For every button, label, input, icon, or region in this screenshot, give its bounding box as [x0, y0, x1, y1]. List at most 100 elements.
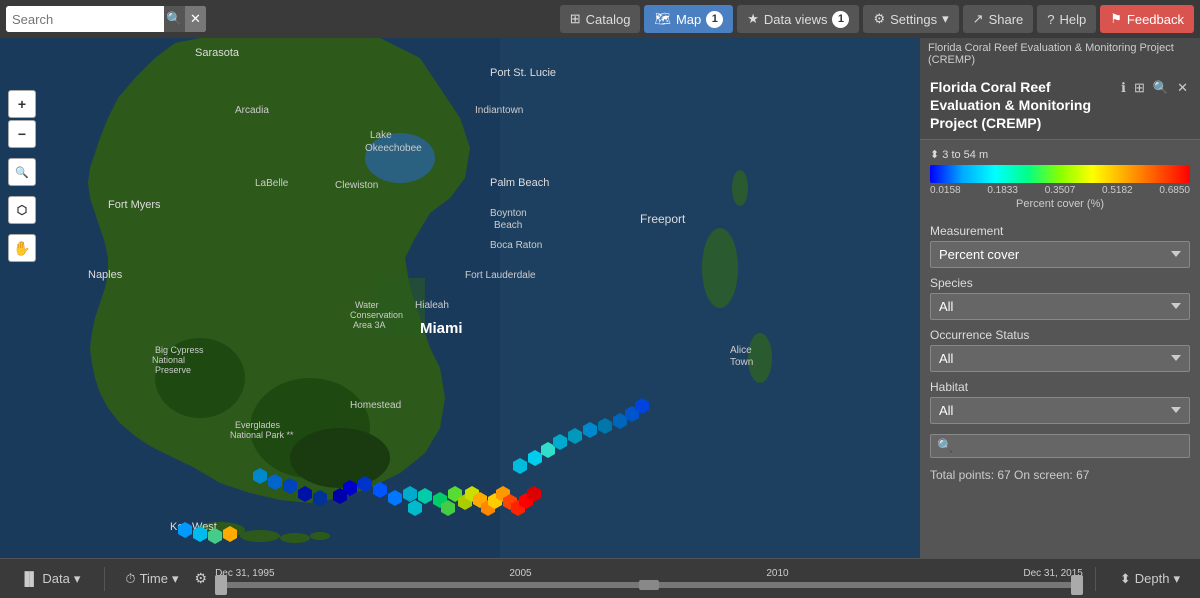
svg-text:Port St. Lucie: Port St. Lucie: [490, 67, 556, 79]
svg-text:Naples: Naples: [88, 269, 123, 281]
svg-text:Hialeah: Hialeah: [415, 300, 449, 311]
dataviews-label: Data views: [764, 12, 828, 27]
flag-icon: ⚑: [1110, 11, 1122, 27]
colorbar-val-2: 0.3507: [1045, 185, 1076, 196]
svg-text:Everglades: Everglades: [235, 420, 281, 430]
bottom-divider-2: [1095, 567, 1096, 591]
zoom-out-button[interactable]: −: [8, 120, 36, 148]
depth-button[interactable]: ⬍ Depth ▾: [1112, 567, 1188, 591]
depth-label: Depth: [1135, 571, 1170, 586]
data-button[interactable]: ▐▌ Data ▾: [12, 567, 88, 591]
panel-layers-button[interactable]: ⊞: [1132, 78, 1147, 98]
map-button[interactable]: 🗺 Map 1: [644, 5, 733, 33]
colorbar-labels: 0.0158 0.1833 0.3507 0.5182 0.6850: [930, 185, 1190, 196]
bar-chart-icon: ▐▌: [20, 571, 38, 586]
time-chevron: ▾: [172, 571, 179, 587]
habitat-label: Habitat: [930, 380, 1190, 394]
species-field-group: Species All: [920, 270, 1200, 322]
svg-text:Alice: Alice: [730, 345, 752, 356]
time-label: Time: [140, 571, 168, 586]
panel-small-header: Florida Coral Reef Evaluation & Monitori…: [920, 38, 1200, 70]
draw-tool-button[interactable]: ⬡: [8, 196, 36, 224]
species-label: Species: [930, 276, 1190, 290]
feedback-button[interactable]: ⚑ Feedback: [1100, 5, 1194, 33]
panel-info-button[interactable]: ℹ: [1119, 78, 1128, 98]
timeline-left-handle[interactable]: [215, 575, 227, 595]
svg-text:Clewiston: Clewiston: [335, 180, 378, 191]
measurement-select[interactable]: Percent cover: [930, 241, 1190, 268]
svg-text:Town: Town: [730, 357, 753, 368]
share-button[interactable]: ↗ Share: [963, 5, 1034, 33]
clock-icon: ⏱: [125, 571, 135, 587]
svg-text:Fort Lauderdale: Fort Lauderdale: [465, 270, 536, 281]
colorbar: [930, 165, 1190, 183]
timeline-settings-icon[interactable]: ⚙: [195, 570, 208, 587]
search-button[interactable]: 🔍: [164, 6, 185, 32]
map-label: Map: [676, 12, 701, 27]
zoom-in-button[interactable]: +: [8, 90, 36, 118]
svg-text:Miami: Miami: [420, 320, 463, 337]
map-badge: 1: [706, 11, 723, 28]
settings-button[interactable]: ⚙ Settings ▾: [863, 5, 958, 33]
panel-title-icons: ℹ ⊞ 🔍 ✕: [1119, 78, 1190, 98]
bottom-bar: ▐▌ Data ▾ ⏱ Time ▾ ⚙ Dec 31, 1995 2005 2…: [0, 558, 1200, 598]
colorbar-val-3: 0.5182: [1102, 185, 1133, 196]
time-button[interactable]: ⏱ Time ▾: [117, 567, 186, 591]
svg-text:Okeechobee: Okeechobee: [365, 143, 422, 154]
habitat-select[interactable]: All: [930, 397, 1190, 424]
catalog-label: Catalog: [586, 12, 631, 27]
panel-title-area: Florida Coral Reef Evaluation & Monitori…: [920, 70, 1200, 140]
panel-zoom-button[interactable]: 🔍: [1151, 78, 1171, 98]
zoom-extent-button[interactable]: 🔍: [8, 158, 36, 186]
colorbar-val-1: 0.1833: [987, 185, 1018, 196]
share-label: Share: [989, 12, 1024, 27]
species-select[interactable]: All: [930, 293, 1190, 320]
help-button[interactable]: ? Help: [1037, 5, 1096, 33]
panel-close-button[interactable]: ✕: [1175, 78, 1190, 98]
right-panel: ◀ Florida Coral Reef Evaluation & Monito…: [920, 38, 1200, 558]
svg-text:Beach: Beach: [494, 220, 522, 231]
pan-tool-button[interactable]: ✋: [8, 234, 36, 262]
depth-icon: ⬍: [1120, 571, 1131, 587]
settings-label: Settings: [890, 12, 937, 27]
svg-text:Lake: Lake: [370, 130, 392, 141]
dataviews-badge: 1: [832, 11, 849, 28]
svg-text:Big Cypress: Big Cypress: [155, 345, 204, 355]
date-mid: 2005: [509, 568, 531, 579]
map-container[interactable]: Sarasota Arcadia Port St. Lucie Indianto…: [0, 38, 920, 558]
occurrence-label: Occurrence Status: [930, 328, 1190, 342]
feedback-label: Feedback: [1127, 12, 1184, 27]
measurement-field-group: Measurement Percent cover: [920, 218, 1200, 270]
panel-header-small-text: Florida Coral Reef Evaluation & Monitori…: [928, 42, 1192, 66]
filter-search-input[interactable]: [957, 438, 1183, 453]
colorbar-val-0: 0.0158: [930, 185, 961, 196]
svg-text:Arcadia: Arcadia: [235, 105, 269, 116]
catalog-button[interactable]: ⊞ Catalog: [560, 5, 641, 33]
depth-range: 3 to 54 m: [942, 149, 988, 161]
svg-text:Sarasota: Sarasota: [195, 47, 240, 59]
depth-area: ⬍ Depth ▾: [1100, 567, 1200, 591]
svg-text:Conservation: Conservation: [350, 310, 403, 320]
bottom-left: ▐▌ Data ▾: [0, 567, 100, 591]
date-mid2: 2010: [766, 568, 788, 579]
pct-label: Percent cover (%): [930, 198, 1190, 210]
colorbar-val-4: 0.6850: [1159, 185, 1190, 196]
search-input[interactable]: [6, 6, 164, 32]
help-icon: ?: [1047, 12, 1054, 27]
clear-search-button[interactable]: ✕: [185, 6, 206, 32]
grid-icon: ⊞: [570, 11, 581, 27]
timeline-right-handle[interactable]: [1071, 575, 1083, 595]
filter-search-icon: 🔍: [937, 438, 953, 454]
timeline-center-handle[interactable]: [639, 580, 659, 590]
timeline-area: ⏱ Time ▾ ⚙ Dec 31, 1995 2005 2010 Dec 31…: [109, 564, 1090, 594]
occurrence-select[interactable]: All: [930, 345, 1190, 372]
bottom-divider-1: [104, 567, 105, 591]
star-icon: ★: [747, 11, 759, 27]
habitat-field-group: Habitat All: [920, 374, 1200, 426]
dataviews-button[interactable]: ★ Data views 1: [737, 5, 859, 33]
depth-label: ⬍ 3 to 54 m: [930, 148, 1190, 161]
filter-search-box: 🔍: [930, 434, 1190, 458]
help-label: Help: [1060, 12, 1087, 27]
svg-text:Indiantown: Indiantown: [475, 105, 523, 116]
depth-chevron: ▾: [1173, 571, 1180, 587]
